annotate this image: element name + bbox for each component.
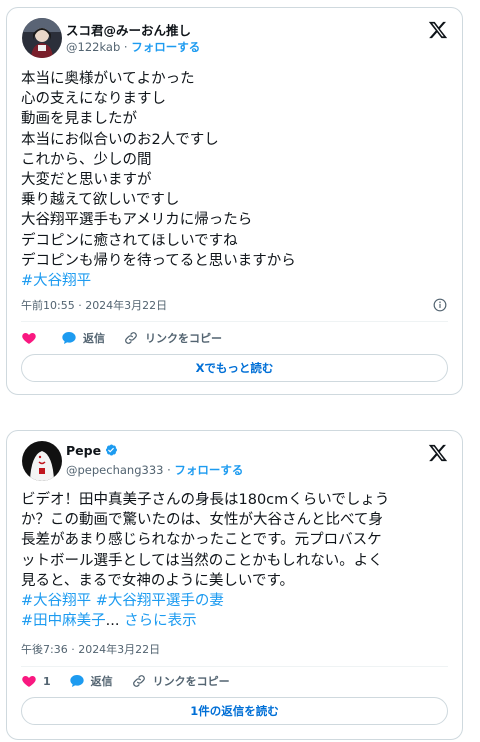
reply-button[interactable]: 返信 [69,673,113,689]
speech-bubble-icon [62,332,76,344]
hashtag-link[interactable]: #大谷翔平 [21,593,91,609]
action-bar: 返信 リンクをコピー [21,330,240,346]
link-icon [125,332,137,344]
follow-link[interactable]: フォローする [131,40,200,54]
tweet-text: ビデオ！田中真美子さんの身長は180cmくらいでしょう か？この動画で驚いたのは… [21,490,451,631]
speech-bubble-icon [69,675,84,687]
copy-link-label: リンクをコピー [152,675,230,688]
avatar[interactable] [22,441,62,481]
heart-icon [22,676,36,687]
copy-link-label: リンクをコピー [145,332,222,345]
tweet-line: 本当に奥様がいてよかった [21,71,195,87]
like-button[interactable]: 1 [21,673,51,689]
divider [21,321,448,322]
hashtag-link[interactable]: #大谷翔平 [21,273,91,289]
heart-icon [22,333,36,344]
x-logo-icon[interactable] [428,443,448,463]
tweet-line: これから、少しの間 [21,151,152,168]
separator-dot: · [167,463,171,477]
display-name: Pepe [66,443,118,458]
user-handle[interactable]: @122kab [66,40,120,54]
timestamp[interactable]: 午後7:36 · 2024年3月22日 [21,641,160,657]
follow-link[interactable]: フォローする [174,463,243,477]
tweet-text: 本当に奥様がいてよかった 心の支えになりますし 動画を見ましたが 本当にお似合い… [21,69,451,291]
tweet-line: 本当にお似合いのお2人ですし [21,131,219,148]
tweet-card-2[interactable]: Pepe @pepechang333 · フォローする ビデオ！田中真美子さんの… [6,430,463,740]
action-bar: 1 返信 リンクをコピー [21,673,248,689]
tweet-line: 動画を見ましたが [21,111,137,128]
reply-label: 返信 [83,332,105,345]
tweet-line: 大谷翔平選手もアメリカに帰ったら [21,212,253,229]
like-count: 1 [43,674,51,688]
tweet-line: デコピンに癒されてほしいですね [21,232,238,249]
handle-row: @pepechang333 · フォローする [66,462,243,478]
user-handle[interactable]: @pepechang333 [66,463,163,477]
x-logo-icon[interactable] [428,20,448,40]
copy-link-button[interactable]: リンクをコピー [131,673,230,689]
read-replies-button[interactable]: 1件の返信を読む [21,697,448,725]
show-more-link[interactable]: さらに表示 [124,613,197,629]
tweet-line: ットボール選手としては当然のことかもしれない。よく [21,552,383,569]
tweet-line: か？この動画で驚いたのは、女性が大谷さんと比べて身 [21,512,383,529]
reply-label: 返信 [90,675,113,688]
reply-button[interactable]: 返信 [61,330,105,346]
like-button[interactable] [21,330,43,346]
link-icon [132,675,145,687]
hashtag-link[interactable]: #大谷翔平選手の妻 [96,593,224,609]
read-more-on-x-button[interactable]: Xでもっと読む [21,354,448,382]
copy-link-button[interactable]: リンクをコピー [123,330,222,346]
tweet-line: ビデオ！田中真美子さんの身長は180cmくらいでしょう [21,492,390,508]
divider [21,666,448,667]
handle-row: @122kab · フォローする [66,39,200,55]
display-name-text[interactable]: Pepe [66,443,101,458]
separator-dot: · [123,40,128,54]
tweet-card-1[interactable]: スコ君@みーおん推し @122kab · フォローする 本当に奥様がいてよかった… [6,7,463,395]
tweet-line: デコピンも帰りを待ってると思いますから [21,252,296,269]
info-icon[interactable] [433,297,447,312]
tweet-line: 長差があまり感じられなかったことです。元プロバスケ [21,532,382,549]
tweet-line: 心の支えになりますし [21,91,166,108]
avatar[interactable] [22,18,62,58]
tweet-line: 乗り越えて欲しいですし [21,192,180,209]
ellipsis: ... [105,613,120,630]
timestamp[interactable]: 午前10:55 · 2024年3月22日 [21,297,167,313]
tweet-line: 見ると、まるで女神のように美しいです。 [21,572,295,589]
verified-badge-icon [106,444,118,456]
tweet-line: 大変だと思いますが [21,172,152,189]
display-name[interactable]: スコ君@みーおん推し [66,20,191,39]
hashtag-link[interactable]: #田中麻美子 [21,613,106,629]
